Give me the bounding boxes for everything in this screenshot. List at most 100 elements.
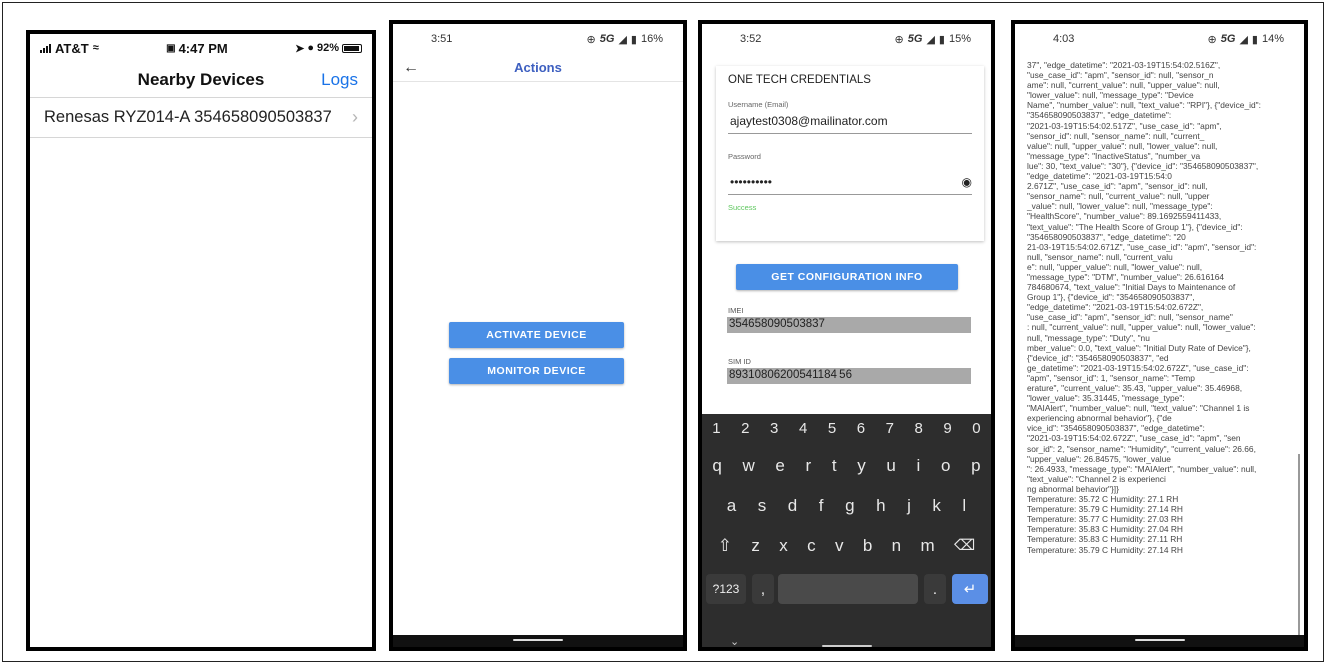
home-gesture-pill[interactable]	[513, 639, 563, 641]
log-line: 21-03-19T15:54:02.671Z", "use_case_id": …	[1027, 241, 1257, 252]
key-g[interactable]: g	[845, 496, 854, 516]
log-line: Temperature: 35.79 C Humidity: 27.14 RH	[1027, 544, 1183, 555]
scrollbar[interactable]	[1298, 454, 1300, 644]
phone-nearby-devices: AT&T ≈ ▣ 4:47 PM ➤ ● 92% Nearby Devices …	[26, 30, 376, 651]
shift-icon[interactable]: ⇧	[718, 536, 732, 556]
battery-percent: 92%	[316, 42, 339, 54]
key-y[interactable]: y	[857, 456, 866, 476]
key-x[interactable]: x	[779, 536, 788, 556]
key-w[interactable]: w	[742, 456, 754, 476]
key-o[interactable]: o	[941, 456, 950, 476]
log-text-area[interactable]: 37", "edge_datetime": "2021-03-19T15:54:…	[1027, 60, 1295, 555]
key-k[interactable]: k	[932, 496, 941, 516]
network-label: 5G	[599, 33, 615, 45]
letter-row-1: q w e r t y u i o p	[702, 456, 991, 476]
key-7[interactable]: 7	[886, 420, 894, 437]
log-line: 2.671Z", "use_case_id": "apm", "sensor_i…	[1027, 181, 1208, 192]
system-nav-bar	[1015, 635, 1304, 647]
key-6[interactable]: 6	[857, 420, 865, 437]
password-value: ••••••••••	[730, 175, 773, 189]
home-gesture-pill[interactable]	[1134, 639, 1185, 641]
key-c[interactable]: c	[807, 536, 816, 556]
key-8[interactable]: 8	[915, 420, 923, 437]
battery-icon: ▮	[630, 33, 637, 46]
hotspot-icon: ⊕	[1207, 33, 1217, 46]
key-h[interactable]: h	[876, 496, 885, 516]
eye-icon[interactable]: ◉	[962, 175, 972, 189]
key-3[interactable]: 3	[770, 420, 778, 437]
log-line: Temperature: 35.72 C Humidity: 27.1 RH	[1027, 494, 1179, 505]
log-line: Temperature: 35.77 C Humidity: 27.03 RH	[1027, 514, 1183, 525]
credentials-card: ONE TECH CREDENTIALS Username (Email) aj…	[716, 66, 984, 241]
key-l[interactable]: l	[962, 496, 966, 516]
keyboard-nav-area: ⌄	[702, 627, 991, 647]
back-arrow-icon[interactable]: ←	[403, 59, 419, 77]
log-line: Name", "number_value": null, "text_value…	[1027, 100, 1261, 111]
sim-field[interactable]: 89310806200541184 56	[727, 368, 971, 384]
log-line: "MAIAlert", "number_value": null, "text_…	[1027, 403, 1250, 414]
status-bar: 4:03 ⊕ 5G ◢ ▮ 14%	[1015, 24, 1304, 54]
key-a[interactable]: a	[727, 496, 736, 516]
key-m[interactable]: m	[921, 536, 935, 556]
log-line: "lower_value": null, "message_type": "De…	[1027, 90, 1194, 101]
log-line: vice_id": "354658090503837", "edge_datet…	[1027, 423, 1205, 434]
password-field[interactable]: •••••••••• ◉	[728, 161, 972, 195]
log-line: Group 1"}, {"device_id": "35465809050383…	[1027, 292, 1195, 303]
log-line: ng abnormal behavior"}]}	[1027, 483, 1119, 494]
key-v[interactable]: v	[835, 536, 844, 556]
key-e[interactable]: e	[775, 456, 784, 476]
log-line: "2021-03-19T15:54:02.517Z", "use_case_id…	[1027, 120, 1222, 131]
username-label: Username (Email)	[728, 100, 789, 109]
key-n[interactable]: n	[892, 536, 901, 556]
log-line: sor_id": 2, "sensor_name": "Humidity", "…	[1027, 443, 1256, 454]
letter-row-2: a s d f g h j k l	[702, 496, 991, 516]
home-gesture-pill[interactable]	[822, 645, 872, 647]
log-line: "use_case_id": "apm", "sensor_id": null,…	[1027, 312, 1233, 323]
key-s[interactable]: s	[758, 496, 767, 516]
symbols-key[interactable]: ?123	[706, 574, 746, 604]
alarm-icon: ●	[307, 42, 314, 54]
device-list-item[interactable]: Renesas RYZ014-A 354658090503837 ›	[30, 98, 372, 138]
space-key[interactable]	[778, 574, 918, 604]
log-line: value": null, "upper_value": null, "lowe…	[1027, 140, 1218, 151]
log-line: "edge_datetime": "2021-03-19T15:54:02.67…	[1027, 302, 1204, 313]
key-1[interactable]: 1	[712, 420, 720, 437]
key-2[interactable]: 2	[741, 420, 749, 437]
key-9[interactable]: 9	[943, 420, 951, 437]
backspace-icon[interactable]: ⌫	[954, 536, 975, 556]
log-line: "text_value": "The Health Score of Group…	[1027, 221, 1243, 232]
key-d[interactable]: d	[788, 496, 797, 516]
key-4[interactable]: 4	[799, 420, 807, 437]
chevron-down-icon[interactable]: ⌄	[730, 635, 739, 647]
key-j[interactable]: j	[907, 496, 911, 516]
enter-key[interactable]: ↵	[952, 574, 988, 604]
status-bar: 3:52 ⊕ 5G ◢ ▮ 15%	[702, 24, 991, 54]
log-line: _value": null, "lower_value": null, "mes…	[1027, 201, 1213, 212]
log-line: Temperature: 35.79 C Humidity: 27.14 RH	[1027, 504, 1183, 515]
log-line: Temperature: 35.83 C Humidity: 27.11 RH	[1027, 534, 1183, 545]
key-t[interactable]: t	[832, 456, 837, 476]
key-q[interactable]: q	[712, 456, 721, 476]
username-field[interactable]: ajaytest0308@mailinator.com	[728, 109, 972, 134]
key-0[interactable]: 0	[972, 420, 980, 437]
key-i[interactable]: i	[917, 456, 921, 476]
log-line: {"device_id": "354658090503837", "ed	[1027, 352, 1169, 363]
get-configuration-button[interactable]: GET CONFIGURATION INFO	[736, 264, 958, 290]
phone-actions: 3:51 ⊕ 5G ◢ ▮ 16% ← Actions ACTIVATE DEV…	[389, 20, 687, 651]
key-5[interactable]: 5	[828, 420, 836, 437]
key-p[interactable]: p	[971, 456, 980, 476]
comma-key[interactable]: ,	[752, 574, 774, 604]
key-z[interactable]: z	[751, 536, 760, 556]
key-u[interactable]: u	[886, 456, 895, 476]
chevron-right-icon: ›	[352, 107, 358, 127]
key-b[interactable]: b	[863, 536, 872, 556]
key-f[interactable]: f	[819, 496, 824, 516]
log-line: "sensor_id": null, "sensor_name": null, …	[1027, 130, 1205, 141]
key-r[interactable]: r	[806, 456, 812, 476]
logs-button[interactable]: Logs	[321, 70, 358, 90]
network-label: 5G	[1220, 33, 1236, 45]
imei-field[interactable]: 354658090503837	[727, 317, 971, 333]
monitor-device-button[interactable]: MONITOR DEVICE	[449, 358, 624, 384]
period-key[interactable]: .	[924, 574, 946, 604]
activate-device-button[interactable]: ACTIVATE DEVICE	[449, 322, 624, 348]
